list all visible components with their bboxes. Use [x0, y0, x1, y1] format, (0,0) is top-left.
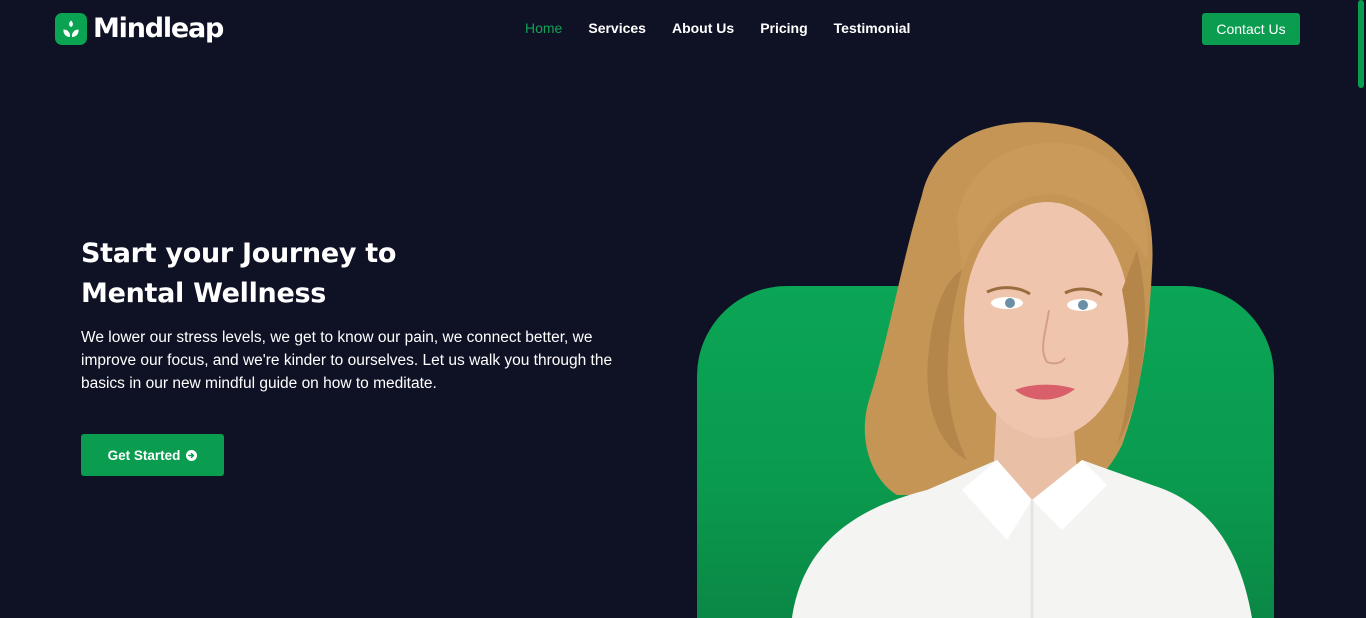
site-header: Mindleap Home Services About Us Pricing …: [0, 0, 1366, 58]
nav-services[interactable]: Services: [588, 19, 646, 37]
hero-title: Start your Journey to Mental Wellness: [81, 234, 501, 314]
get-started-button[interactable]: Get Started: [81, 434, 224, 476]
hero-title-line-1: Start your Journey to: [81, 238, 397, 269]
landing-page: Mindleap Home Services About Us Pricing …: [0, 0, 1366, 618]
nav-about-us[interactable]: About Us: [672, 19, 734, 37]
brand-logo[interactable]: Mindleap: [55, 13, 224, 45]
nav-testimonial[interactable]: Testimonial: [834, 19, 911, 37]
nav-home[interactable]: Home: [525, 19, 562, 37]
brand-name: Mindleap: [93, 13, 224, 44]
hero-portrait-image: [792, 122, 1252, 618]
scrollbar-thumb[interactable]: [1358, 0, 1364, 88]
hero-description: We lower our stress levels, we get to kn…: [81, 329, 613, 392]
page-scrollbar[interactable]: [1355, 0, 1366, 618]
contact-us-button[interactable]: Contact Us: [1202, 13, 1300, 45]
arrow-right-circle-icon: [186, 449, 198, 461]
get-started-label: Get Started: [107, 447, 181, 463]
main-nav: Home Services About Us Pricing Testimoni…: [525, 19, 936, 37]
nav-pricing[interactable]: Pricing: [760, 19, 807, 37]
leaf-logo-icon: [55, 13, 87, 45]
hero-title-line-2: Mental Wellness: [81, 278, 326, 309]
